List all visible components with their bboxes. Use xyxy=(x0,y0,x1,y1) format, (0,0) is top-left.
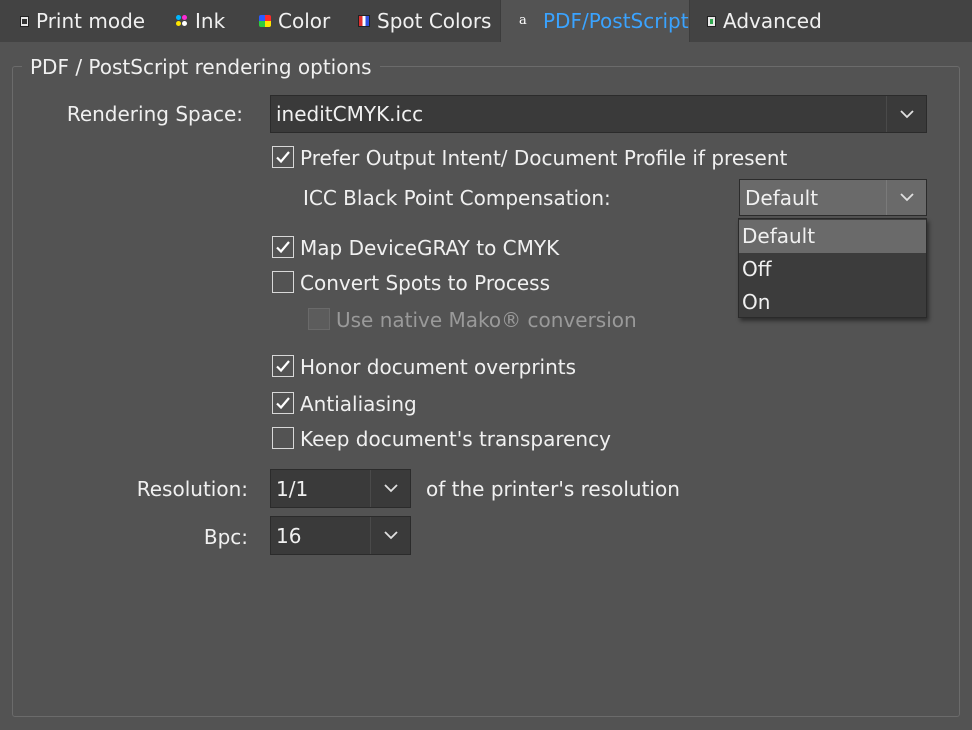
tab-label: Spot Colors xyxy=(377,9,492,33)
prefer-output-intent-label: Prefer Output Intent/ Document Profile i… xyxy=(300,146,788,170)
resolution-suffix: of the printer's resolution xyxy=(426,477,680,501)
tab-spot-colors[interactable]: Spot Colors xyxy=(358,0,491,42)
map-devicegray-checkbox[interactable] xyxy=(272,236,294,258)
resolution-value: 1/1 xyxy=(276,476,309,501)
rendering-space-select[interactable]: ineditCMYK.icc xyxy=(270,95,927,133)
tab-advanced[interactable]: Advanced xyxy=(707,0,822,42)
dropdown-option-on[interactable]: On xyxy=(739,286,926,319)
convert-spots-label: Convert Spots to Process xyxy=(300,271,550,295)
antialiasing-label: Antialiasing xyxy=(300,392,417,416)
checkmark-icon xyxy=(276,241,290,254)
rendering-space-label: Rendering Space: xyxy=(66,102,243,126)
chevron-down-icon[interactable] xyxy=(370,470,410,507)
tab-print-mode[interactable]: Print mode xyxy=(20,0,145,42)
icc-bpc-value: Default xyxy=(745,185,819,210)
tab-bar: Print mode Ink Color Spot Colors a PDF/P… xyxy=(0,0,972,42)
print-mode-icon xyxy=(20,15,29,27)
checkmark-icon xyxy=(276,397,290,410)
color-icon xyxy=(259,15,271,27)
resolution-label: Resolution: xyxy=(136,477,248,501)
advanced-icon xyxy=(707,15,716,27)
honor-overprints-checkbox[interactable] xyxy=(272,355,294,377)
bpc-label: Bpc: xyxy=(203,525,248,549)
chevron-down-icon[interactable] xyxy=(886,180,926,215)
rendering-space-value: ineditCMYK.icc xyxy=(276,102,424,126)
checkmark-icon xyxy=(276,151,290,164)
tab-ink[interactable]: Ink xyxy=(176,0,225,42)
tab-pdf-postscript[interactable]: a PDF/PostScript xyxy=(500,0,690,42)
tab-color[interactable]: Color xyxy=(259,0,330,42)
pdf-postscript-icon: a xyxy=(519,13,527,28)
ink-icon xyxy=(176,15,188,27)
dropdown-option-off[interactable]: Off xyxy=(739,253,926,286)
native-mako-label: Use native Mako® conversion xyxy=(336,308,637,332)
convert-spots-checkbox[interactable] xyxy=(272,271,294,293)
icc-bpc-select[interactable]: Default xyxy=(739,179,927,216)
resolution-select[interactable]: 1/1 xyxy=(270,469,411,508)
icc-bpc-label: ICC Black Point Compensation: xyxy=(303,186,611,210)
icc-bpc-dropdown-list: Default Off On xyxy=(738,218,927,318)
chevron-down-icon[interactable] xyxy=(886,96,926,132)
spot-colors-icon xyxy=(358,15,370,27)
tab-label: Print mode xyxy=(36,9,146,33)
tab-label: Ink xyxy=(195,9,226,33)
group-title: PDF / PostScript rendering options xyxy=(22,54,380,80)
bpc-value: 16 xyxy=(276,523,302,548)
tab-label: PDF/PostScript xyxy=(543,9,689,33)
map-devicegray-label: Map DeviceGRAY to CMYK xyxy=(300,236,560,260)
bpc-select[interactable]: 16 xyxy=(270,516,411,555)
keep-transparency-checkbox[interactable] xyxy=(272,427,294,449)
tab-label: Advanced xyxy=(723,9,822,33)
chevron-down-icon[interactable] xyxy=(370,517,410,554)
keep-transparency-label: Keep document's transparency xyxy=(300,427,611,451)
honor-overprints-label: Honor document overprints xyxy=(300,355,577,379)
native-mako-checkbox xyxy=(308,308,330,330)
dropdown-option-default[interactable]: Default xyxy=(739,220,926,253)
prefer-output-intent-checkbox[interactable] xyxy=(272,146,294,168)
checkmark-icon xyxy=(276,360,290,373)
antialiasing-checkbox[interactable] xyxy=(272,392,294,414)
tab-label: Color xyxy=(278,9,331,33)
